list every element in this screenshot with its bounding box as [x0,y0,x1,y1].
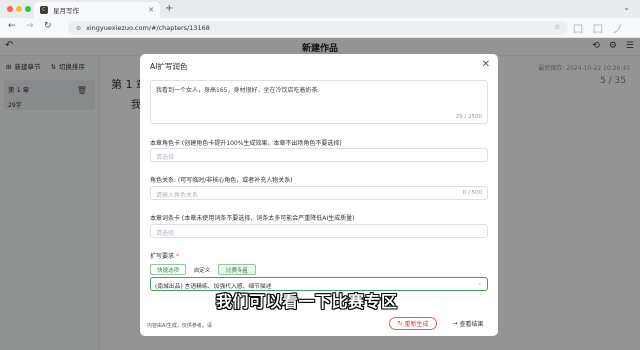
content-textarea[interactable]: 我看到一个女人，身高165，身材很好，坐在冷饮店吃着奶茶. 29 / 2500 [150,80,488,124]
tab-contest-zone[interactable]: 比赛专区 [218,264,256,275]
watermark-overlay: ロ ロ ノ [572,22,626,36]
role-card-select[interactable]: 请选择 [150,148,488,162]
back-arrow-icon[interactable]: ← [8,21,16,31]
reload-icon[interactable]: ↻ [44,21,52,31]
new-tab-icon[interactable]: + [165,3,173,14]
view-result-button[interactable]: → 查看结果 [443,317,493,330]
maximize-window-icon[interactable] [25,6,31,12]
hand-cursor-icon: ☝ [242,267,248,277]
relation-label: 角色关系: (可写临时/非核心角色，或者补充人物关系) [150,177,293,184]
close-window-icon[interactable] [7,6,13,12]
regenerate-button[interactable]: ↻ 重新生成 [389,317,437,330]
relation-input[interactable]: 请输入角色关系 0 / 500 [150,186,488,200]
tab-title: 星月写作 [53,7,79,15]
chevron-down-icon[interactable]: ⌄ [623,3,630,12]
minimize-window-icon[interactable] [16,6,22,12]
close-tab-icon[interactable]: ✕ [148,6,154,14]
tab-quick-options[interactable]: 快捷选项 [150,264,186,275]
required-mark: * [175,253,179,260]
relation-placeholder: 请输入角色关系 [156,192,199,199]
relation-counter: 0 / 500 [462,190,482,196]
chevron-down-icon: ⌄ [477,281,482,287]
url-field[interactable]: ⊜ xingyuexiezuo.com/#/chapters/13168 [68,21,568,35]
ai-disclaimer: 内容由AI生成，仅供参考。请 [147,323,212,329]
forward-arrow-icon[interactable]: → [26,21,34,31]
bookmark-star-icon[interactable]: ☆ [554,23,560,31]
refresh-icon: ↻ [397,320,403,327]
video-caption: 我们可以看一下比赛专区 [216,292,398,311]
browser-tab[interactable]: C 星月写作 ✕ [34,2,160,18]
term-card-select[interactable]: 请选择 [150,224,488,238]
content-counter: 29 / 2500 [455,114,482,120]
term-card-label: 本章词条卡 (本章未使用词条不要选择，词条太多可能会严重降低AI生成质量) [150,215,355,222]
site-favicon-icon: C [40,6,48,14]
tab-custom[interactable]: 自定义 [188,264,216,275]
browser-tab-bar: C 星月写作 ✕ + ⌄ [0,0,640,18]
close-icon[interactable]: ✕ [482,59,490,70]
dialog-title: AI扩写润色 [150,62,188,71]
arrow-right-icon: → [452,320,458,327]
url-text: xingyuexiezuo.com/#/chapters/13168 [86,24,210,32]
site-info-icon[interactable]: ⊜ [76,25,81,32]
role-card-label: 本章角色卡 (创建角色卡提升100%生成效果，本章不出场角色不要选择) [150,140,342,147]
role-card-placeholder: 请选择 [156,154,175,161]
term-card-placeholder: 请选择 [156,230,175,237]
requirement-label: 扩写要求 * [150,253,179,260]
content-text: 我看到一个女人，身高165，身材很好，坐在冷饮店吃着奶茶. [156,87,320,94]
address-bar: ← → ↻ ⊜ xingyuexiezuo.com/#/chapters/131… [0,18,640,38]
